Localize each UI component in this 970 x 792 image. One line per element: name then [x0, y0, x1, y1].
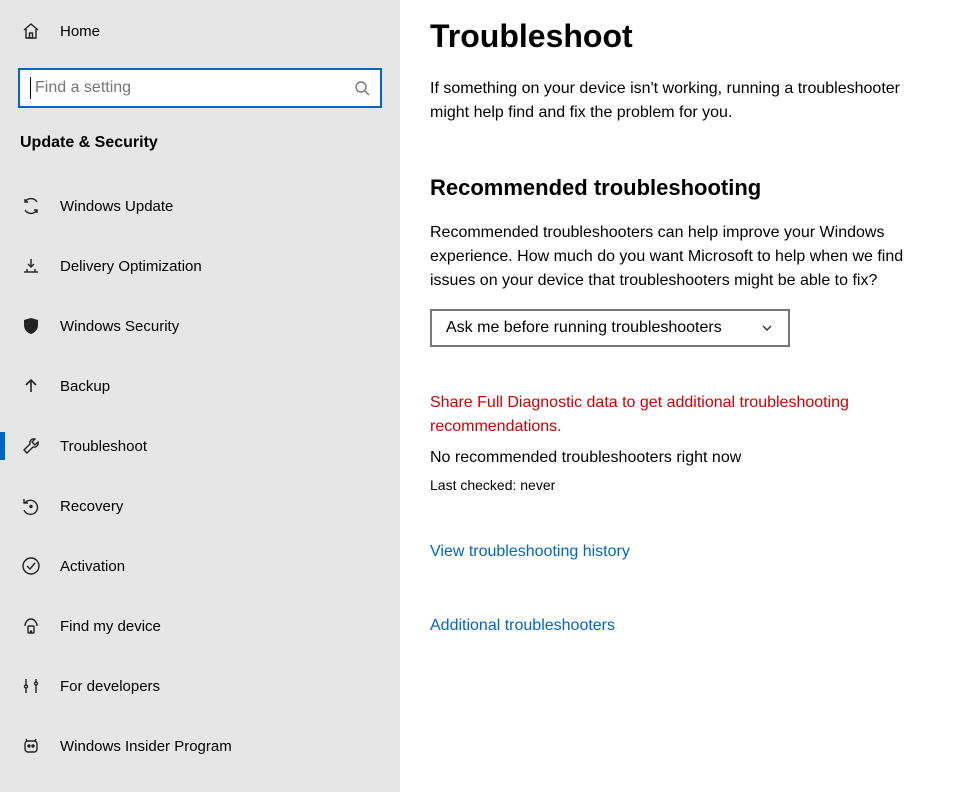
- sidebar-item-windows-insider[interactable]: Windows Insider Program: [0, 722, 400, 770]
- search-icon: [354, 80, 370, 96]
- find-device-icon: [20, 615, 42, 637]
- intro-text: If something on your device isn't workin…: [430, 77, 940, 125]
- sidebar-item-windows-security[interactable]: Windows Security: [0, 302, 400, 350]
- sidebar-item-label: For developers: [60, 678, 160, 695]
- tools-icon: [20, 675, 42, 697]
- recommended-section-title: Recommended troubleshooting: [430, 175, 940, 201]
- no-recommended-text: No recommended troubleshooters right now: [430, 449, 940, 467]
- additional-troubleshooters-link[interactable]: Additional troubleshooters: [430, 617, 940, 635]
- sidebar-item-backup[interactable]: Backup: [0, 362, 400, 410]
- sidebar-item-label: Windows Update: [60, 198, 173, 215]
- sidebar: Home Update & Security Windows Update: [0, 0, 400, 792]
- home-label: Home: [60, 23, 100, 40]
- sidebar-item-label: Backup: [60, 378, 110, 395]
- dropdown-value: Ask me before running troubleshooters: [446, 319, 722, 337]
- diagnostic-warning: Share Full Diagnostic data to get additi…: [430, 391, 940, 439]
- sidebar-item-recovery[interactable]: Recovery: [0, 482, 400, 530]
- sidebar-item-label: Find my device: [60, 618, 161, 635]
- activation-check-icon: [20, 555, 42, 577]
- sidebar-item-label: Windows Security: [60, 318, 179, 335]
- shield-icon: [20, 315, 42, 337]
- text-cursor: [30, 77, 31, 99]
- sidebar-section-header: Update & Security: [0, 108, 400, 170]
- recommended-section-desc: Recommended troubleshooters can help imp…: [430, 221, 940, 293]
- insider-icon: [20, 735, 42, 757]
- troubleshoot-preference-dropdown[interactable]: Ask me before running troubleshooters: [430, 309, 790, 347]
- recovery-icon: [20, 495, 42, 517]
- home-button[interactable]: Home: [0, 10, 400, 52]
- last-checked-text: Last checked: never: [430, 477, 940, 493]
- view-history-link[interactable]: View troubleshooting history: [430, 543, 940, 561]
- sidebar-item-activation[interactable]: Activation: [0, 542, 400, 590]
- search-input[interactable]: [18, 68, 382, 108]
- backup-arrow-icon: [20, 375, 42, 397]
- sidebar-item-delivery-optimization[interactable]: Delivery Optimization: [0, 242, 400, 290]
- sidebar-item-windows-update[interactable]: Windows Update: [0, 182, 400, 230]
- sidebar-item-label: Recovery: [60, 498, 123, 515]
- download-opt-icon: [20, 255, 42, 277]
- main-content: Troubleshoot If something on your device…: [400, 0, 970, 792]
- chevron-down-icon: [760, 321, 774, 335]
- search-container: [18, 68, 382, 108]
- sidebar-item-label: Activation: [60, 558, 125, 575]
- home-icon: [20, 20, 42, 42]
- sidebar-item-label: Delivery Optimization: [60, 258, 202, 275]
- sidebar-item-for-developers[interactable]: For developers: [0, 662, 400, 710]
- sidebar-item-troubleshoot[interactable]: Troubleshoot: [0, 422, 400, 470]
- sidebar-item-label: Windows Insider Program: [60, 738, 232, 755]
- page-title: Troubleshoot: [430, 18, 940, 55]
- wrench-icon: [20, 435, 42, 457]
- sidebar-item-find-my-device[interactable]: Find my device: [0, 602, 400, 650]
- search-field[interactable]: [33, 70, 354, 106]
- sync-icon: [20, 195, 42, 217]
- sidebar-item-label: Troubleshoot: [60, 438, 147, 455]
